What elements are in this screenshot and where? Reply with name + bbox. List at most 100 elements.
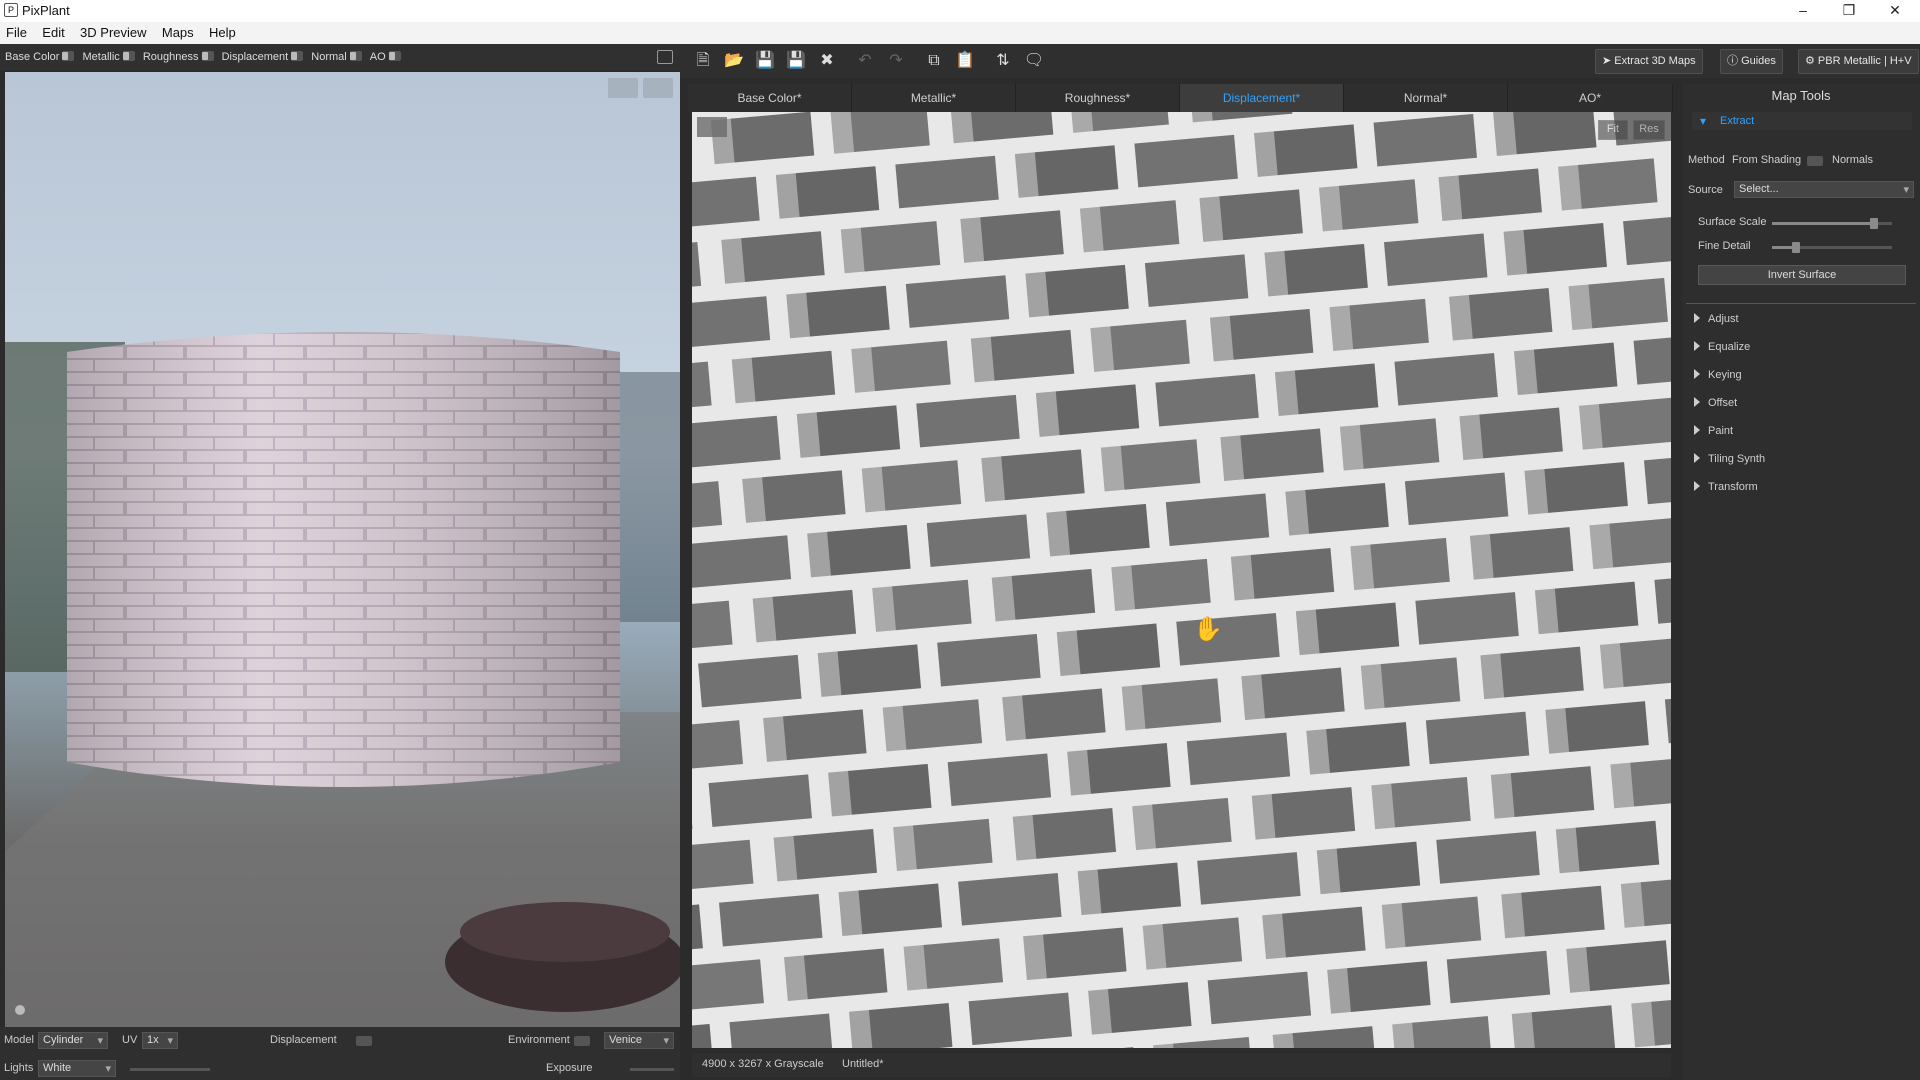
tab-base-color[interactable]: Base Color* (688, 84, 852, 112)
undo-icon[interactable]: ↶ (852, 49, 878, 73)
open-folder-icon[interactable]: 📂 (721, 49, 747, 73)
lights-dropdown[interactable]: White (38, 1060, 116, 1077)
section-equalize[interactable]: Equalize (1694, 341, 1750, 353)
toggle-displacement-label: Displacement (221, 51, 289, 63)
detach-preview-icon[interactable] (657, 50, 673, 64)
map-tools-title: Map Tools (1771, 88, 1831, 103)
map-overlay-button[interactable] (697, 117, 727, 137)
tab-roughness[interactable]: Roughness* (1016, 84, 1180, 112)
expand-arrow-icon (1694, 481, 1700, 491)
tab-ao[interactable]: AO* (1508, 84, 1673, 112)
toggle-displacement-switch[interactable] (291, 51, 304, 61)
extract-icon: ➤ (1602, 55, 1615, 67)
extract-section-header[interactable]: ▾ Extract (1692, 112, 1912, 130)
toggle-metallic-label: Metallic (82, 51, 120, 63)
displacement-toggle[interactable] (356, 1036, 372, 1046)
surface-scale-slider[interactable] (1772, 218, 1892, 229)
close-window-button[interactable]: ✕ (1872, 0, 1918, 22)
tab-normal[interactable]: Normal* (1344, 84, 1508, 112)
fine-detail-label: Fine Detail (1698, 240, 1751, 252)
method-toggle[interactable] (1807, 156, 1823, 166)
environment-toggle[interactable] (574, 1036, 590, 1046)
close-map-icon[interactable]: ✖ (814, 49, 840, 73)
toggle-ao-label: AO (369, 51, 386, 63)
uv-label: UV (122, 1034, 138, 1046)
map-canvas[interactable]: Fit Res ✋ (692, 112, 1671, 1048)
fit-button[interactable]: Fit (1598, 120, 1628, 140)
preview-option-button-1[interactable] (608, 78, 638, 98)
guides-button[interactable]: ⓘ Guides (1720, 49, 1783, 74)
toggle-normal-switch[interactable] (349, 51, 362, 61)
redo-icon[interactable]: ↷ (883, 49, 909, 73)
3d-preview-viewport[interactable] (5, 72, 680, 1027)
expand-arrow-icon (1694, 397, 1700, 407)
method-normals[interactable]: Normals (1832, 154, 1873, 166)
toggle-roughness-label: Roughness (142, 51, 199, 63)
paste-icon[interactable]: 📋 (952, 49, 978, 73)
exposure-label: Exposure (546, 1062, 593, 1074)
map-status-bar: 4900 x 3267 x Grayscale Untitled* (692, 1053, 1671, 1077)
menu-help[interactable]: Help (203, 22, 242, 40)
res-button[interactable]: Res (1633, 120, 1665, 140)
lights-label: Lights (4, 1062, 34, 1074)
surface-scale-knob[interactable] (1870, 218, 1878, 229)
section-paint[interactable]: Paint (1694, 425, 1733, 437)
copy-icon[interactable]: ⧉ (921, 49, 947, 73)
section-keying-label: Keying (1708, 369, 1742, 381)
toggle-roughness-switch[interactable] (201, 51, 214, 61)
method-from-shading[interactable]: From Shading (1732, 154, 1801, 166)
displacement-map-image (692, 112, 1671, 1048)
menu-maps[interactable]: Maps (156, 22, 200, 40)
model-dropdown[interactable]: Cylinder (38, 1032, 108, 1049)
minimize-button[interactable]: – (1780, 0, 1826, 22)
extract-3d-maps-button[interactable]: ➤ Extract 3D Maps (1595, 49, 1703, 74)
toggle-metallic-switch[interactable] (122, 51, 135, 61)
section-offset-label: Offset (1708, 397, 1738, 409)
menu-3d-preview[interactable]: 3D Preview (74, 22, 152, 40)
lights-slider[interactable] (130, 1068, 210, 1071)
new-file-icon[interactable]: 🗎 (690, 49, 716, 73)
panel-divider (1686, 303, 1916, 304)
pbr-mode-button[interactable]: ⚙ PBR Metallic | H+V (1798, 49, 1919, 74)
expand-icon: ▾ (1700, 114, 1707, 128)
section-transform[interactable]: Transform (1694, 481, 1758, 493)
swap-icon[interactable]: ⇅ (990, 49, 1016, 73)
preview-option-button-2[interactable] (643, 78, 673, 98)
menu-bar: File Edit 3D Preview Maps Help (0, 22, 1920, 44)
tab-displacement[interactable]: Displacement* (1180, 84, 1344, 112)
main-toolbar: 🗎 📂 💾 💾 ✖ ↶ ↷ ⧉ 📋 ⇅ 🗨 ➤ Extract 3D Maps … (680, 44, 1920, 78)
tab-metallic[interactable]: Metallic* (852, 84, 1016, 112)
save-icon[interactable]: 💾 (752, 49, 778, 73)
hand-cursor-icon: ✋ (1193, 616, 1223, 643)
section-keying[interactable]: Keying (1694, 369, 1742, 381)
source-dropdown[interactable]: Select... (1734, 181, 1914, 198)
map-toggle-row: Base Color Metallic Roughness Displaceme… (0, 44, 680, 70)
model-label: Model (4, 1034, 34, 1046)
surface-scale-label: Surface Scale (1698, 216, 1767, 228)
fine-detail-slider[interactable] (1772, 242, 1892, 253)
menu-edit[interactable]: Edit (36, 22, 70, 40)
comment-icon[interactable]: 🗨 (1021, 49, 1047, 73)
expand-arrow-icon (1694, 341, 1700, 351)
section-adjust[interactable]: Adjust (1694, 313, 1739, 325)
section-offset[interactable]: Offset (1694, 397, 1737, 409)
toggle-base-color-switch[interactable] (62, 51, 75, 61)
restore-button[interactable]: ❐ (1826, 0, 1872, 22)
app-title: PixPlant (22, 3, 70, 18)
environment-dropdown[interactable]: Venice (604, 1032, 674, 1049)
fine-detail-knob[interactable] (1792, 242, 1800, 253)
invert-surface-button[interactable]: Invert Surface (1698, 265, 1906, 285)
toggle-ao-switch[interactable] (388, 51, 401, 61)
expand-arrow-icon (1694, 369, 1700, 379)
method-label: Method (1688, 154, 1725, 166)
file-name: Untitled* (842, 1058, 884, 1070)
save-all-icon[interactable]: 💾 (783, 49, 809, 73)
section-tiling-synth[interactable]: Tiling Synth (1694, 453, 1765, 465)
expand-arrow-icon (1694, 453, 1700, 463)
menu-file[interactable]: File (0, 22, 33, 40)
app-logo-icon: P (4, 3, 18, 17)
uv-stepper[interactable]: 1x (142, 1032, 178, 1049)
exposure-slider[interactable] (630, 1068, 674, 1071)
image-dimensions: 4900 x 3267 x Grayscale (702, 1058, 824, 1070)
environment-label: Environment (508, 1034, 570, 1046)
